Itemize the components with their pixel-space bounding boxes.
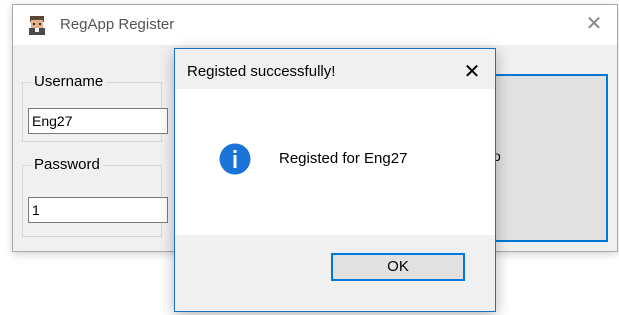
password-input[interactable] <box>28 197 168 223</box>
main-close-button[interactable]: ✕ <box>581 11 607 37</box>
ok-button[interactable]: OK <box>331 253 465 281</box>
main-window-title: RegApp Register <box>60 16 175 33</box>
close-icon: ✕ <box>463 61 481 83</box>
password-label: Password <box>31 156 103 173</box>
message-dialog: Registed successfully! ✕ Registed for En… <box>174 48 496 312</box>
register-button[interactable] <box>490 74 608 242</box>
main-titlebar: RegApp Register ✕ <box>13 5 617 45</box>
user-avatar-icon <box>29 16 45 35</box>
dialog-close-button[interactable]: ✕ <box>459 59 485 85</box>
info-icon <box>219 143 251 175</box>
dialog-body: Registed for Eng27 <box>175 89 495 235</box>
dialog-title: Registed successfully! <box>187 63 336 80</box>
username-label: Username <box>31 73 107 90</box>
username-input[interactable] <box>28 108 168 134</box>
close-icon: ✕ <box>585 13 603 35</box>
dialog-message: Registed for Eng27 <box>279 150 408 167</box>
